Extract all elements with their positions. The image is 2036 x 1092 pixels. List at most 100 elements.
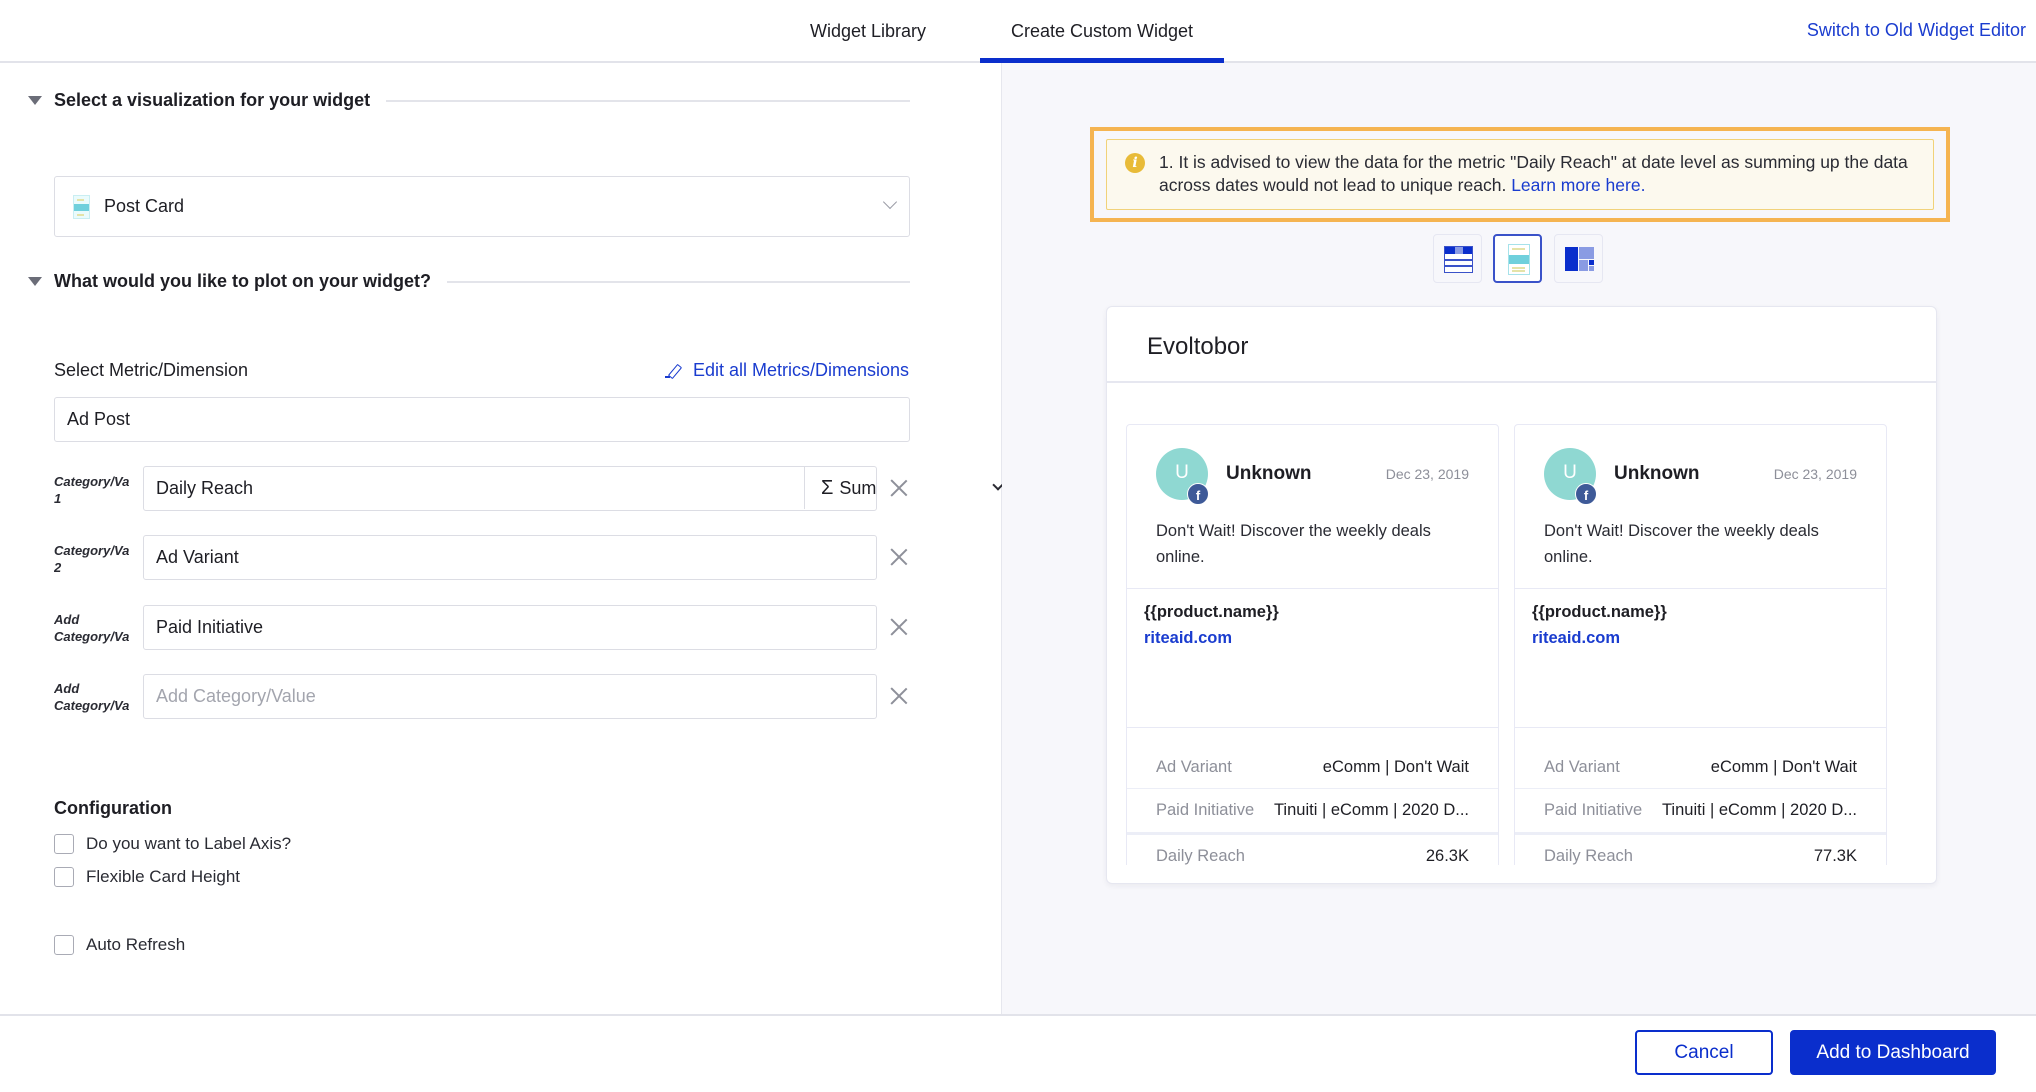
facebook-icon: f	[1575, 483, 1597, 505]
post-card-icon	[73, 194, 90, 219]
post-author: Unknown	[1614, 463, 1700, 484]
meta-row: Daily Reach 77.3K	[1515, 835, 1886, 865]
widget-config-panel: Select a visualization for your widget P…	[0, 63, 1004, 1014]
widget-preview-card: Evoltobor U f Unknown Dec 23, 2019 Don't…	[1106, 306, 1937, 884]
post-card: U f Unknown Dec 23, 2019 Don't Wait! Dis…	[1514, 424, 1887, 865]
post-card: U f Unknown Dec 23, 2019 Don't Wait! Dis…	[1126, 424, 1499, 865]
divider	[1107, 381, 1936, 383]
category-row-label: Category/Va 2	[54, 543, 130, 575]
post-cards-scroll[interactable]: U f Unknown Dec 23, 2019 Don't Wait! Dis…	[1126, 424, 1936, 865]
plot-section-header[interactable]: What would you like to plot on your widg…	[28, 271, 910, 292]
meta-value: eComm | Don't Wait	[1710, 758, 1857, 776]
checkbox-label: Auto Refresh	[86, 935, 186, 954]
source-input[interactable]: Ad Post	[54, 397, 910, 442]
post-date: Dec 23, 2019	[1385, 466, 1469, 482]
meta-key: Daily Reach	[1544, 847, 1633, 865]
remove-row-icon[interactable]	[888, 546, 910, 568]
info-icon: i	[1125, 153, 1145, 173]
table-icon	[1444, 246, 1473, 273]
post-date: Dec 23, 2019	[1773, 466, 1857, 482]
table-view-button[interactable]	[1433, 234, 1482, 283]
meta-value: Tinuiti | eComm | 2020 D...	[1273, 801, 1469, 819]
treemap-view-button[interactable]	[1554, 234, 1603, 283]
select-metric-label: Select Metric/Dimension	[54, 360, 249, 380]
plot-section-title: What would you like to plot on your widg…	[54, 271, 431, 291]
category-row-label: Add Category/Va	[54, 612, 130, 644]
meta-value: Tinuiti | eComm | 2020 D...	[1661, 801, 1857, 819]
remove-row-icon[interactable]	[888, 477, 910, 499]
add-to-dashboard-button[interactable]: Add to Dashboard	[1790, 1030, 1996, 1075]
post-message: Don't Wait! Discover the weekly deals on…	[1544, 522, 1819, 566]
label-axis-checkbox[interactable]: Do you want to Label Axis?	[54, 834, 291, 854]
meta-value: 26.3K	[1425, 847, 1469, 865]
collapse-triangle-icon[interactable]	[28, 277, 42, 286]
meta-value: eComm | Don't Wait	[1322, 758, 1469, 776]
learn-more-link[interactable]: Learn more here.	[1511, 175, 1645, 195]
warning-highlight: i 1. It is advised to view the data for …	[1090, 127, 1950, 222]
sigma-icon: Σ	[821, 476, 834, 499]
remove-row-icon[interactable]	[888, 616, 910, 638]
flexible-card-height-checkbox[interactable]: Flexible Card Height	[54, 867, 240, 887]
auto-refresh-checkbox[interactable]: Auto Refresh	[54, 935, 185, 955]
checkbox[interactable]	[54, 867, 74, 887]
post-url-link[interactable]: riteaid.com	[1532, 629, 1620, 648]
configuration-title: Configuration	[54, 798, 172, 818]
meta-value: 77.3K	[1813, 847, 1857, 865]
tab-widget-library[interactable]: Widget Library	[788, 0, 948, 62]
visualization-select[interactable]: Post Card	[54, 176, 910, 237]
collapse-triangle-icon[interactable]	[28, 96, 42, 105]
category-value-input[interactable]: Paid Initiative	[143, 605, 877, 650]
tab-create-custom-widget[interactable]: Create Custom Widget	[980, 0, 1224, 63]
post-author: Unknown	[1226, 463, 1312, 484]
meta-key: Ad Variant	[1544, 758, 1620, 776]
meta-key: Ad Variant	[1156, 758, 1232, 776]
footer-bar: Cancel Add to Dashboard	[0, 1014, 2036, 1092]
divider	[446, 280, 910, 283]
edit-all-metrics-label: Edit all Metrics/Dimensions	[692, 360, 909, 380]
link-preview: {{product.name}} riteaid.com	[1127, 588, 1498, 728]
aggregation-select[interactable]: Σ Sum	[804, 467, 1020, 509]
category-value: Daily Reach	[156, 478, 254, 498]
viz-section-title: Select a visualization for your widget	[54, 90, 371, 110]
meta-row: Ad Variant eComm | Don't Wait	[1127, 746, 1498, 789]
aggregation-value: Sum	[839, 477, 877, 498]
checkbox[interactable]	[54, 935, 74, 955]
category-value-input[interactable]: Daily Reach Σ Sum	[143, 466, 1004, 511]
chevron-down-icon	[882, 194, 898, 210]
meta-row: Daily Reach 26.3K	[1127, 835, 1498, 865]
meta-key: Daily Reach	[1156, 847, 1245, 865]
viz-section-header[interactable]: Select a visualization for your widget	[28, 90, 910, 111]
category-value-input[interactable]: Ad Variant	[143, 535, 877, 580]
pencil-icon	[664, 363, 683, 379]
treemap-icon	[1565, 247, 1594, 271]
meta-key: Paid Initiative	[1156, 801, 1255, 819]
divider	[386, 99, 910, 102]
remove-row-icon[interactable]	[888, 685, 910, 707]
meta-key: Paid Initiative	[1544, 801, 1643, 819]
post-card-view-button[interactable]	[1493, 234, 1542, 283]
checkbox[interactable]	[54, 834, 74, 854]
cancel-button[interactable]: Cancel	[1635, 1030, 1773, 1075]
post-card-icon	[1508, 244, 1530, 275]
top-header: Widget Library Create Custom Widget Swit…	[0, 0, 2036, 63]
add-category-input[interactable]: Add Category/Value	[143, 674, 877, 719]
category-row-label: Add Category/Va	[54, 681, 130, 713]
widget-preview-panel: i 1. It is advised to view the data for …	[1002, 63, 2036, 1014]
meta-row: Paid Initiative Tinuiti | eComm | 2020 D…	[1515, 789, 1886, 835]
checkbox-label: Flexible Card Height	[86, 867, 241, 886]
facebook-icon: f	[1187, 483, 1209, 505]
category-row-label: Category/Va 1	[54, 474, 130, 506]
post-message: Don't Wait! Discover the weekly deals on…	[1156, 522, 1431, 566]
switch-to-old-editor-link[interactable]: Switch to Old Widget Editor	[1807, 20, 2026, 41]
checkbox-label: Do you want to Label Axis?	[86, 834, 292, 853]
link-preview: {{product.name}} riteaid.com	[1515, 588, 1886, 728]
meta-row: Ad Variant eComm | Don't Wait	[1515, 746, 1886, 789]
edit-all-metrics-link[interactable]: Edit all Metrics/Dimensions	[664, 360, 909, 381]
product-name: {{product.name}}	[1532, 603, 1667, 621]
meta-row: Paid Initiative Tinuiti | eComm | 2020 D…	[1127, 789, 1498, 835]
warning-banner: i 1. It is advised to view the data for …	[1106, 139, 1934, 210]
post-url-link[interactable]: riteaid.com	[1144, 629, 1232, 648]
widget-title: Evoltobor	[1147, 333, 1249, 360]
product-name: {{product.name}}	[1144, 603, 1279, 621]
visualization-select-value: Post Card	[104, 196, 185, 216]
